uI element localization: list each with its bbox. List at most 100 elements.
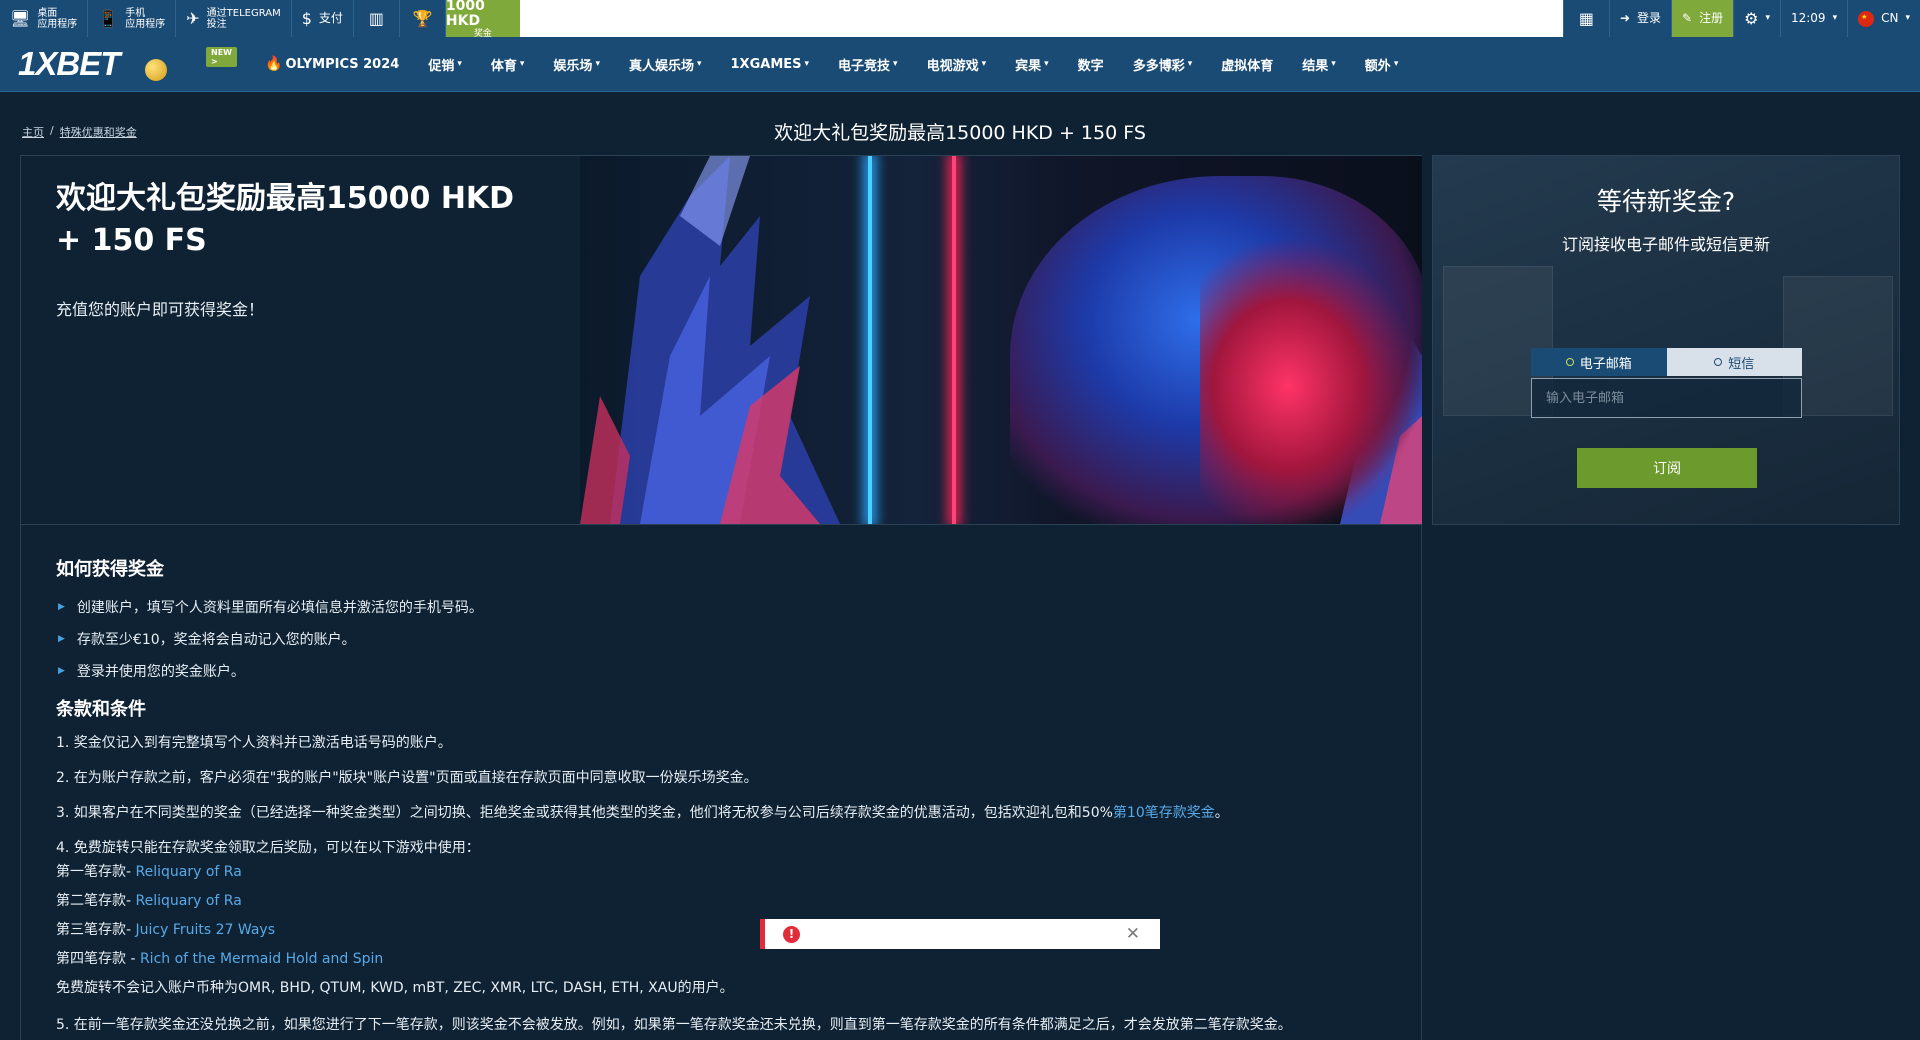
deposit-line-4: 第四笔存款 - Rich of the Mermaid Hold and Spi… [56, 945, 1386, 974]
logo-text: 1XBET [18, 45, 120, 82]
game-link[interactable]: Rich of the Mermaid Hold and Spin [140, 951, 383, 967]
pay-link[interactable]: $ 支付 [291, 0, 354, 37]
tab-sms-label: 短信 [1728, 356, 1755, 372]
telegram-link[interactable]: ✈ 通过TELEGRAM 投注 [176, 0, 292, 37]
coin-icon [145, 58, 167, 81]
telegram-label: 通过TELEGRAM 投注 [206, 7, 281, 30]
term-4: 4. 免费旋转只能在存款奖金领取之后奖励，可以在以下游戏中使用： [56, 840, 480, 856]
how-to-get-title: 如何获得奖金 [56, 559, 164, 580]
clock-time: 12:09 [1790, 11, 1826, 25]
trophy-button[interactable]: 🏆 [399, 0, 446, 37]
error-icon: ! [783, 925, 800, 943]
nav-item[interactable]: 1XGAMES ▾ [731, 57, 810, 72]
settings-dropdown[interactable]: ⚙ ▾ [1733, 0, 1780, 37]
chevron-down-icon: ▾ [1905, 13, 1910, 23]
chevron-down-icon: ▾ [1765, 13, 1770, 23]
term-3-text: 3. 如果客户在不同类型的奖金（已经选择一种奖金类型）之间切换、拒绝奖金或获得其… [56, 805, 1113, 821]
free-spins-note: 免费旋转不会记入账户币种为OMR, BHD, QTUM, KWD, mBT, Z… [56, 980, 734, 996]
chevron-down-icon: ▾ [804, 59, 810, 69]
bonus-button[interactable]: 1000 HKD 奖金 [445, 0, 520, 39]
mobile-app-link[interactable]: 📱 手机 应用程序 [88, 0, 177, 37]
promo-banner-image [580, 156, 1422, 524]
chevron-down-icon: ▾ [457, 59, 462, 69]
new-badge[interactable]: NEW > [206, 46, 237, 67]
nav-item-label: 宾果 [1015, 58, 1042, 74]
tab-sms[interactable]: 短信 [1666, 348, 1802, 376]
radio-selected-icon [1565, 358, 1574, 366]
bonus-terms-content: 如何获得奖金 ▶ 创建账户，填写个人资料里面所有必填信息并激活您的手机号码。 ▶ 存… [20, 525, 1422, 1040]
nav-item[interactable]: 体育 ▾ [491, 55, 525, 74]
term-2: 2. 在为账户存款之前，客户必须在"我的账户"版块"账户设置"页面或直接在存款页… [56, 770, 758, 786]
edit-icon: ✎ [1682, 11, 1693, 25]
email-input[interactable] [1531, 378, 1802, 418]
nav-item[interactable]: 多多博彩 ▾ [1133, 55, 1193, 74]
nav-item-label: 电视游戏 [926, 58, 979, 74]
nav-item[interactable]: 电子竞技 ▾ [838, 55, 898, 74]
subscribe-panel: 等待新奖金? 订阅接收电子邮件或短信更新 电子邮箱 短信 订阅 [1432, 155, 1900, 525]
nav-item-label: 电子竞技 [838, 58, 891, 74]
login-icon: ➜ [1619, 11, 1631, 25]
chevron-down-icon: ▾ [696, 59, 702, 69]
nav-item[interactable]: 数字 [1078, 55, 1104, 74]
phone-icon: 📱 [98, 8, 119, 28]
nav-item[interactable]: 真人娱乐场 ▾ [629, 55, 702, 74]
nav-item-label: 体育 [490, 58, 517, 74]
nav-item[interactable]: 虚拟体育 [1221, 55, 1273, 74]
game-link[interactable]: Reliquary of Ra [136, 864, 242, 880]
chevron-down-icon: ▾ [1187, 59, 1193, 69]
error-toast: ! ✕ [760, 919, 1160, 949]
promo-text-panel: 欢迎大礼包奖励最高15000 HKD + 150 FS 充值您的账户即可获得奖金… [21, 156, 581, 524]
nav-item-label: 结果 [1302, 58, 1329, 74]
dollar-icon: $ [301, 8, 312, 28]
subscribe-button[interactable]: 订阅 [1577, 448, 1757, 488]
nav-item[interactable]: 电视游戏 ▾ [927, 55, 987, 74]
deposit-line-2: 第二笔存款- Reliquary of Ra [56, 887, 1386, 916]
login-label: 登录 [1637, 11, 1662, 25]
stats-button[interactable]: ▥ [353, 0, 400, 37]
bar-chart-icon: ▥ [368, 8, 384, 28]
close-icon[interactable]: ✕ [1126, 924, 1140, 944]
nav-item-label: 数字 [1077, 58, 1104, 74]
tab-email[interactable]: 电子邮箱 [1531, 348, 1667, 376]
subscribe-title: 等待新奖金? [1596, 187, 1736, 216]
nav-item-label: 额外 [1364, 58, 1391, 74]
site-logo[interactable]: 1XBET NEW > [0, 37, 237, 92]
nav-item[interactable]: 结果 ▾ [1302, 55, 1336, 74]
torch-icon: 🔥 [265, 56, 283, 72]
gear-icon: ⚙ [1744, 8, 1759, 28]
desktop-app-label: 桌面 应用程序 [37, 7, 78, 30]
game-link[interactable]: Juicy Fruits 27 Ways [136, 922, 275, 938]
list-item: ▶ 存款至少€10，奖金将会自动记入您的账户。 [56, 623, 1386, 655]
register-button[interactable]: ✎ 注册 [1671, 0, 1734, 37]
tab-email-label: 电子邮箱 [1579, 356, 1632, 372]
nav-item[interactable]: 娱乐场 ▾ [553, 55, 600, 74]
trophy-icon: 🏆 [412, 8, 433, 28]
list-item-text: 创建账户，填写个人资料里面所有必填信息并激活您的手机号码。 [76, 600, 483, 616]
list-item: ▶ 登录并使用您的奖金账户。 [56, 655, 1386, 687]
chevron-down-icon: ▾ [981, 59, 987, 69]
nav-item[interactable]: 额外 ▾ [1365, 55, 1399, 74]
tenth-deposit-link[interactable]: 第10笔存款奖金 [1113, 805, 1215, 821]
language-dropdown[interactable]: CN ▾ [1847, 0, 1920, 37]
nav-item-label: 娱乐场 [553, 58, 593, 74]
nav-items: 🔥 OLYMPICS 2024 促销 ▾ 体育 ▾ 娱乐场 ▾ 真人娱乐场 ▾ 1XGAMES ▾ 电子… [265, 55, 1427, 74]
deposit-label: 第三笔存款- [56, 922, 136, 938]
desktop-app-link[interactable]: 🖥 桌面 应用程序 [0, 0, 89, 37]
term-1: 1. 奖金仅记入到有完整填写个人资料并已激活电话号码的账户。 [56, 735, 452, 751]
chevron-down-icon: ▾ [1393, 59, 1399, 69]
nav-item[interactable]: 🔥 OLYMPICS 2024 [265, 56, 399, 72]
qr-code-button[interactable]: ▦ [1562, 0, 1609, 37]
nav-item-label: 真人娱乐场 [628, 58, 694, 74]
term-5: 5. 在前一笔存款奖金还没兑换之前，如果您进行了下一笔存款，则该奖金不会被发放。… [56, 1017, 1292, 1033]
page-title: 欢迎大礼包奖励最高15000 HKD + 150 FS [774, 122, 1146, 144]
game-link[interactable]: Reliquary of Ra [136, 893, 242, 909]
qr-code-icon: ▦ [1578, 8, 1595, 28]
nav-item[interactable]: 宾果 ▾ [1015, 55, 1049, 74]
login-button[interactable]: ➜ 登录 [1608, 0, 1672, 37]
nav-item[interactable]: 促销 ▾ [428, 55, 462, 74]
chevron-down-icon: ▾ [595, 59, 600, 69]
time-dropdown[interactable]: 12:09 ▾ [1779, 0, 1848, 37]
chevron-down-icon: ▾ [519, 59, 525, 69]
nav-item-label: OLYMPICS 2024 [285, 56, 400, 72]
deposit-label: 第一笔存款- [56, 864, 136, 880]
